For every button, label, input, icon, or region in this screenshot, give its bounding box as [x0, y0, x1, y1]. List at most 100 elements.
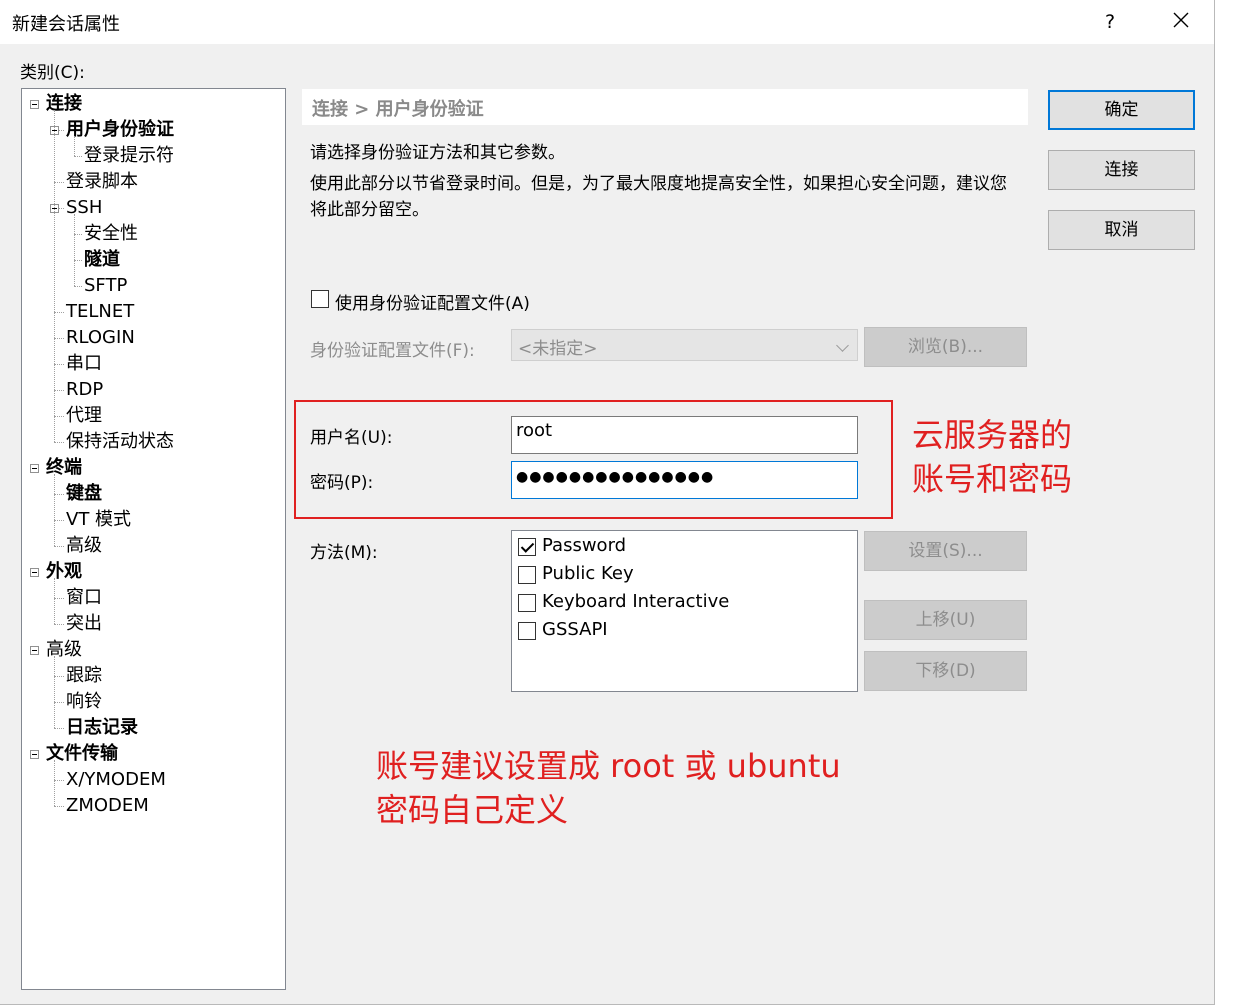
- tree-item[interactable]: 响铃: [66, 690, 102, 714]
- tree-connector: [74, 214, 75, 286]
- method-gssapi-checkbox[interactable]: [518, 622, 536, 640]
- tree-item[interactable]: 外观: [46, 560, 82, 584]
- cancel-button[interactable]: 取消: [1048, 210, 1195, 250]
- auth-profile-checkbox[interactable]: [311, 290, 329, 308]
- tree-item[interactable]: TELNET: [66, 300, 134, 324]
- tree-connector: [54, 728, 64, 729]
- tree-connector: [54, 578, 55, 624]
- method-gssapi-label[interactable]: GSSAPI: [542, 619, 608, 640]
- method-password-checkbox[interactable]: [518, 538, 536, 556]
- category-tree[interactable]: 连接 用户身份验证 登录提示符 登录脚本 SSH 安全性 隧道 SFTP TELNET RLOGI…: [21, 88, 286, 990]
- tree-connector: [54, 110, 55, 442]
- tree-connector: [54, 656, 55, 728]
- username-label: 用户名(U):: [310, 428, 393, 448]
- tree-item[interactable]: VT 模式: [66, 508, 131, 532]
- method-publickey-label[interactable]: Public Key: [542, 563, 634, 584]
- auth-profile-value: <未指定>: [518, 339, 598, 359]
- annotation-bottom-line-2: 密码自己定义: [376, 791, 569, 829]
- description-line-1: 请选择身份验证方法和其它参数。: [310, 143, 565, 163]
- tree-connector: [54, 520, 64, 521]
- tree-connector: [54, 390, 64, 391]
- tree-item[interactable]: X/YMODEM: [66, 768, 166, 792]
- auth-profile-select[interactable]: <未指定>: [511, 329, 858, 361]
- description-line-2: 使用此部分以节省登录时间。但是，为了最大限度地提高安全性，如果担心安全问题，建议…: [310, 174, 1007, 220]
- tree-item[interactable]: 保持活动状态: [66, 430, 174, 454]
- tree-connector: [74, 156, 82, 157]
- ok-button[interactable]: 确定: [1048, 90, 1195, 130]
- tree-connector: [54, 442, 64, 443]
- tree-item[interactable]: 串口: [66, 352, 102, 376]
- tree-item[interactable]: SSH: [66, 196, 102, 220]
- tree-item[interactable]: RLOGIN: [66, 326, 135, 350]
- tree-item[interactable]: SFTP: [84, 274, 127, 298]
- tree-item[interactable]: 高级: [46, 638, 82, 662]
- tree-connector: [54, 760, 55, 806]
- tree-collapse-icon[interactable]: [30, 464, 39, 473]
- tree-collapse-icon[interactable]: [30, 568, 39, 577]
- tree-item[interactable]: 键盘: [66, 482, 102, 506]
- connect-button[interactable]: 连接: [1048, 150, 1195, 190]
- tree-item[interactable]: 登录脚本: [66, 170, 138, 194]
- tree-item[interactable]: 突出: [66, 612, 102, 636]
- tree-item[interactable]: 隧道: [84, 248, 120, 272]
- tree-connector: [74, 136, 75, 156]
- category-label: 类别(C):: [20, 63, 85, 83]
- tree-item[interactable]: 文件传输: [46, 742, 118, 766]
- tree-connector: [54, 364, 64, 365]
- tree-item[interactable]: 安全性: [84, 222, 138, 246]
- tree-connector: [54, 312, 64, 313]
- tree-connector: [74, 260, 82, 261]
- tree-connector: [74, 234, 82, 235]
- chevron-down-icon: [836, 339, 849, 352]
- session-properties-dialog: 新建会话属性 ? 类别(C): 连接 用户身份验证 登录提示符 登录脚本 SSH 安全性隧…: [0, 0, 1215, 1005]
- tree-collapse-icon[interactable]: [30, 750, 39, 759]
- auth-profile-field-label: 身份验证配置文件(F):: [310, 341, 475, 361]
- tree-item[interactable]: 日志记录: [66, 716, 138, 740]
- tree-connector: [54, 546, 64, 547]
- tree-connector: [54, 494, 64, 495]
- move-up-button[interactable]: 上移(U): [864, 600, 1027, 640]
- tree-collapse-icon[interactable]: [30, 100, 39, 109]
- tree-item[interactable]: RDP: [66, 378, 103, 402]
- annotation-box-note-line-2: 账号和密码: [912, 460, 1073, 498]
- tree-collapse-icon[interactable]: [30, 646, 39, 655]
- method-keyboard-interactive-label[interactable]: Keyboard Interactive: [542, 591, 729, 612]
- tree-item[interactable]: 连接: [46, 92, 82, 116]
- tree-connector: [54, 338, 64, 339]
- tree-item[interactable]: 终端: [46, 456, 82, 480]
- tree-item[interactable]: 代理: [66, 404, 102, 428]
- tree-connector: [54, 702, 64, 703]
- breadcrumb: 连接 > 用户身份验证: [302, 89, 1028, 125]
- password-label: 密码(P):: [310, 473, 374, 493]
- tree-item[interactable]: 窗口: [66, 586, 102, 610]
- help-button[interactable]: ?: [1094, 8, 1126, 36]
- tree-item[interactable]: 高级: [66, 534, 102, 558]
- tree-item[interactable]: 跟踪: [66, 664, 102, 688]
- tree-item[interactable]: ZMODEM: [66, 794, 149, 818]
- tree-connector: [54, 780, 64, 781]
- tree-item[interactable]: 用户身份验证: [66, 118, 174, 142]
- method-password-label[interactable]: Password: [542, 535, 626, 556]
- tree-connector: [54, 416, 64, 417]
- password-field[interactable]: ●●●●●●●●●●●●●●●: [511, 461, 858, 499]
- move-down-button[interactable]: 下移(D): [864, 651, 1027, 691]
- tree-connector: [54, 598, 64, 599]
- close-icon[interactable]: [1163, 8, 1199, 36]
- auth-profile-checkbox-label[interactable]: 使用身份验证配置文件(A): [335, 289, 530, 314]
- tree-connector: [54, 182, 64, 183]
- method-list[interactable]: Password Public Key Keyboard Interactive…: [511, 530, 858, 692]
- method-settings-button[interactable]: 设置(S)...: [864, 531, 1027, 571]
- tree-connector: [74, 286, 82, 287]
- method-label: 方法(M):: [310, 543, 378, 563]
- tree-item[interactable]: 登录提示符: [84, 144, 174, 168]
- window-title: 新建会话属性: [12, 14, 120, 35]
- browse-button[interactable]: 浏览(B)...: [864, 327, 1027, 367]
- breadcrumb-text: 连接 > 用户身份验证: [312, 99, 484, 120]
- annotation-box-note-line-1: 云服务器的: [912, 416, 1073, 454]
- tree-connector: [54, 676, 64, 677]
- tree-connector: [54, 624, 64, 625]
- username-field[interactable]: root: [511, 416, 858, 454]
- method-keyboard-interactive-checkbox[interactable]: [518, 594, 536, 612]
- tree-connector: [54, 806, 64, 807]
- method-publickey-checkbox[interactable]: [518, 566, 536, 584]
